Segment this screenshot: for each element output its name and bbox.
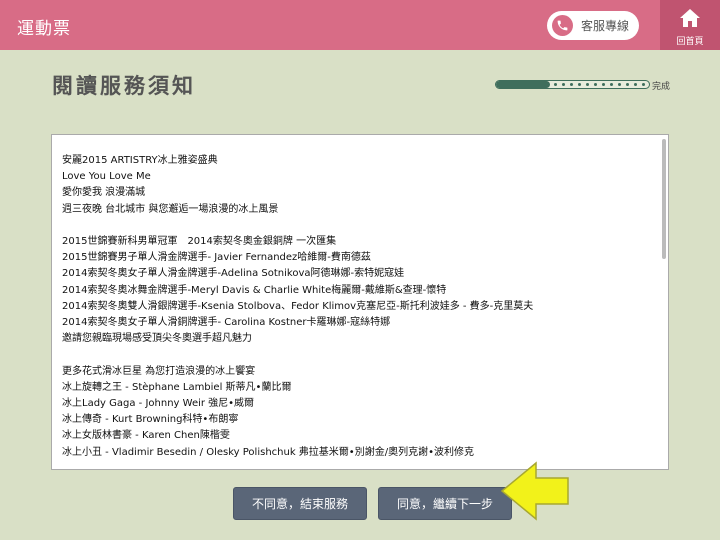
notice-line: 2015世錦賽男子單人滑金牌選手- Javier Fernandez哈維爾-費南…: [62, 252, 371, 264]
notice-line: 更多花式滑冰巨星 為您打造浪漫的冰上饗宴: [62, 365, 256, 377]
phone-icon: [552, 15, 573, 36]
notice-line: 冰上女版林書豪 - Karen Chen陳楷雯: [62, 430, 230, 442]
top-bar: 運動票 客服專線 回首頁: [0, 0, 720, 50]
notice-line: 2014索契冬奧女子單人滑金牌選手-Adelina Sotnikova阿德琳娜-…: [62, 268, 405, 280]
notice-text: 安麗2015 ARTISTRY冰上雅姿盛典 Love You Love Me 愛你愛…: [62, 153, 652, 463]
progress-bar: [495, 80, 650, 89]
notice-line: 2014索契冬奧冰舞金牌選手-Meryl Davis & Charlie Whi…: [62, 284, 447, 296]
notice-line: 冰上傳奇 - Kurt Browning科特•布朗寧: [62, 414, 239, 426]
notice-line: 2014索契冬奧女子單人滑銅牌選手- Carolina Kostner卡羅琳娜-…: [62, 317, 391, 329]
notice-line: [62, 347, 652, 363]
disagree-button[interactable]: 不同意，結束服務: [233, 487, 367, 520]
service-notice-panel[interactable]: 安麗2015 ARTISTRY冰上雅姿盛典 Love You Love Me 愛你愛…: [51, 134, 669, 470]
scrollbar[interactable]: [662, 139, 666, 259]
notice-line: [62, 218, 652, 234]
notice-line: 週三夜晚 台北城市 與您邂逅一場浪漫的冰上風景: [62, 203, 279, 215]
notice-line: 邀請您親臨現場感受頂尖冬奧選手超凡魅力: [62, 333, 252, 345]
progress-label: 完成: [652, 82, 671, 92]
notice-line: 2014索契冬奧雙人滑銀牌選手-Ksenia Stolbova、Fedor Kl…: [62, 300, 534, 312]
agree-button[interactable]: 同意，繼續下一步: [378, 487, 512, 520]
progress-dots: [496, 83, 649, 87]
page-title: 閱讀服務須知: [52, 74, 196, 98]
notice-line: 安麗2015 ARTISTRY冰上雅姿盛典: [62, 155, 218, 166]
home-label: 回首頁: [676, 37, 704, 47]
home-button[interactable]: 回首頁: [660, 0, 720, 50]
customer-service-label: 客服專線: [581, 19, 630, 33]
notice-line: 冰上小丑 - Vladimir Besedin / Olesky Polishc…: [62, 446, 474, 458]
notice-line: 2015世錦賽新科男單冠軍 2014索契冬奧金銀銅牌 一次匯集: [62, 236, 337, 247]
notice-line: Love You Love Me: [62, 171, 151, 183]
home-icon: [679, 8, 701, 32]
arrow-left-icon: [498, 460, 572, 526]
notice-line: 冰上Lady Gaga - Johnny Weir 強尼•威爾: [62, 398, 255, 410]
notice-line: 冰上旋轉之王 - Stèphane Lambiel 斯蒂凡•蘭比爾: [62, 381, 292, 393]
customer-service-button[interactable]: 客服專線: [547, 11, 639, 40]
notice-line: 愛你愛我 浪漫滿城: [62, 187, 146, 199]
brand-title: 運動票: [17, 19, 71, 39]
